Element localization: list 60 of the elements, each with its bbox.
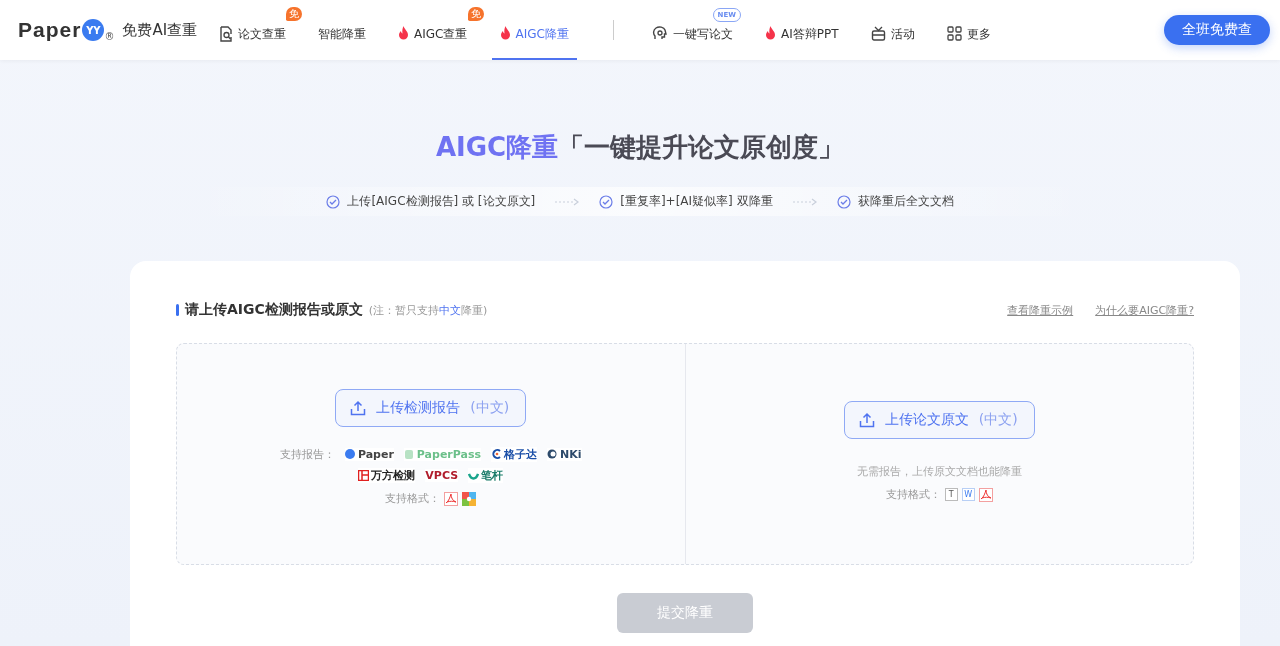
upload-icon	[858, 412, 875, 428]
accent-bar	[176, 304, 179, 316]
upload-icon	[350, 400, 367, 416]
formats-label: 支持格式：	[385, 491, 441, 506]
logo-mark-icon	[344, 449, 356, 460]
image-icon	[462, 491, 477, 506]
check-circle-icon	[326, 194, 341, 209]
check-circle-icon	[599, 194, 614, 209]
logo-name: 格子达	[504, 447, 538, 462]
grid-icon	[946, 26, 962, 41]
help-link[interactable]: 为什么要AIGC降重?	[1095, 302, 1194, 318]
upload-button[interactable]: 上传论文原文 (中文)	[843, 401, 1035, 439]
pdf-icon	[978, 487, 993, 502]
logo-mark: YY	[82, 19, 105, 41]
logo-name: Paper	[357, 448, 394, 461]
text-file-icon: T	[944, 488, 958, 501]
logo-name: NKi	[560, 448, 582, 461]
flame-icon	[764, 26, 776, 40]
nav-tab[interactable]: 智能降重	[310, 24, 375, 60]
help-link[interactable]: 查看降重示例	[1007, 302, 1074, 318]
hint-text: 无需报告，上传原文文档也能降重	[856, 464, 1022, 479]
logo-slogan: 免费AI查重	[122, 20, 198, 40]
flame-icon	[499, 26, 511, 40]
section-heading: 请上传AIGC检测报告或原文	[185, 301, 363, 319]
arrow-icon	[791, 197, 818, 206]
tv-icon	[870, 26, 886, 41]
nav-tab[interactable]: AI答辩PPT	[756, 24, 847, 60]
step-text: 获降重后全文文档	[857, 193, 954, 210]
word-file-icon: W	[961, 488, 975, 501]
nav-tab[interactable]: AIGC查重	[390, 24, 476, 60]
registered-mark: ®	[104, 31, 115, 42]
free-badge: 免	[286, 7, 303, 21]
logo-name: PaperPass	[416, 448, 482, 461]
nav-tab[interactable]: 论文查重	[211, 24, 295, 60]
head-icon	[651, 26, 668, 42]
logo-mark-icon	[491, 449, 503, 460]
pdf-icon	[444, 491, 459, 506]
nav-tab[interactable]: 一键写论文	[643, 24, 741, 60]
note-text: (注：暂只支持中文降重)	[368, 302, 488, 318]
logo-name: 万方检测	[371, 468, 416, 483]
page-title: AIGC降重「一键提升论文原创度」	[435, 131, 845, 164]
nav-tab[interactable]: 更多	[938, 24, 999, 60]
free-check-button[interactable]: 全班免费查	[1164, 15, 1270, 45]
logo-wordmark[interactable]: Paper	[18, 18, 82, 42]
check-circle-icon	[836, 194, 851, 209]
logo-mark-icon	[358, 470, 370, 481]
formats-label: 支持格式：	[885, 487, 941, 502]
step-text: 上传[AIGC检测报告] 或 [论文原文]	[347, 193, 536, 210]
reports-label: 支持报告：	[279, 447, 335, 462]
nav-tab[interactable]: 活动	[862, 24, 923, 60]
logo-name: 笔杆	[481, 468, 504, 483]
flame-icon	[398, 26, 410, 40]
nav-tab[interactable]: AIGC降重	[491, 24, 577, 60]
step-text: [重复率]+[AI疑似率] 双降重	[620, 193, 773, 210]
logo-mark-icon	[403, 449, 415, 460]
logo-name: VPCS	[425, 469, 459, 482]
arrow-icon	[554, 197, 581, 206]
free-badge: 免	[467, 7, 484, 21]
upload-button[interactable]: 上传检测报告 (中文)	[335, 389, 527, 427]
document-search-icon	[219, 26, 234, 42]
